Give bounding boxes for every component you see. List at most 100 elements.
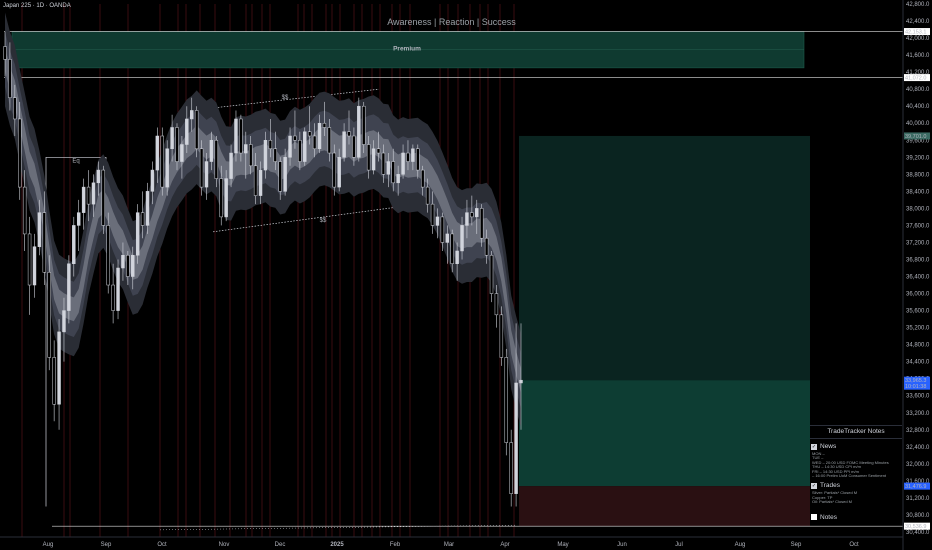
candle-body <box>298 140 302 162</box>
x-tick-label: Jul <box>675 542 683 548</box>
candle-body <box>42 212 47 273</box>
y-tick-label: 38,800.0 <box>906 172 930 178</box>
candle-body <box>244 144 248 154</box>
notes-checkbox[interactable] <box>811 514 817 521</box>
candle-body <box>263 140 268 171</box>
candle-body <box>435 216 440 226</box>
y-tick-label: 32,800.0 <box>906 428 930 434</box>
candle-body <box>406 152 410 162</box>
x-tick-label: Dec <box>275 542 286 548</box>
target-zone-lower <box>519 380 810 487</box>
candle <box>504 348 508 456</box>
y-tick-label: 42,400.0 <box>906 19 930 25</box>
candle-body <box>293 135 297 141</box>
candle-body <box>219 178 223 218</box>
candle-body <box>332 152 336 188</box>
candle-body <box>347 131 351 137</box>
candle <box>116 259 120 320</box>
symbol-label: Japan 225 · 1D · OANDA <box>3 3 71 9</box>
candle-body <box>175 127 179 162</box>
trades-label: Trades <box>820 482 840 490</box>
candle <box>160 127 164 196</box>
x-tick-label: Nov <box>219 542 230 548</box>
candle-body <box>52 357 56 405</box>
candle-body <box>150 169 155 192</box>
news-section-header[interactable]: ✓ News <box>811 443 901 450</box>
candle-body <box>111 284 115 311</box>
candle-body <box>317 122 322 150</box>
candle-body <box>283 157 287 192</box>
candle-body <box>96 169 101 184</box>
trades-lines: Silver: Partials* Closed M Copper: TP Oi… <box>810 491 902 505</box>
candle-body <box>391 161 395 184</box>
candle <box>489 250 494 303</box>
candle-body <box>57 331 61 405</box>
y-tick-label: 38,000.0 <box>906 206 930 212</box>
candle-body <box>145 191 150 226</box>
y-tick-label: 40,000.0 <box>906 121 930 127</box>
chart-title: Awareness | Reaction | Success <box>387 17 516 27</box>
candle-body <box>401 152 405 175</box>
candle-body <box>106 225 110 286</box>
y-tick-label: 31,200.0 <box>906 496 930 502</box>
candle-body <box>76 212 81 226</box>
candle-body <box>386 161 391 175</box>
y-tick-label: 37,200.0 <box>906 240 930 246</box>
candle-body <box>116 267 120 311</box>
trades-checkbox[interactable]: ✓ <box>811 482 817 489</box>
y-tick-label: 30,400.0 <box>906 530 930 536</box>
ss-top-label: $$ <box>282 95 289 101</box>
candle-body <box>199 148 204 188</box>
trades-section-header[interactable]: ✓ Trades <box>811 482 901 489</box>
candle <box>165 140 169 196</box>
candle-body <box>278 161 282 192</box>
candle-body <box>194 110 199 150</box>
candle-body <box>499 314 504 358</box>
candle <box>135 204 140 264</box>
candle-body <box>484 237 489 256</box>
x-tick-label: Aug <box>43 542 54 548</box>
candle-body <box>494 293 499 316</box>
price-label: 41,072.0 <box>905 76 926 82</box>
candle-body <box>121 254 125 269</box>
candle-body <box>303 131 307 162</box>
candle-body <box>327 127 332 154</box>
x-tick-label: Oct <box>849 542 859 548</box>
candle-body <box>258 169 263 196</box>
y-tick-label: 41,600.0 <box>906 53 930 59</box>
y-tick-label: 36,400.0 <box>906 275 930 281</box>
candle <box>303 127 307 166</box>
news-checkbox[interactable]: ✓ <box>811 443 817 450</box>
candle-body <box>352 135 356 158</box>
candle-body <box>165 148 169 188</box>
candle-body <box>470 212 474 218</box>
price-label: 31,476.9 <box>905 484 926 490</box>
candle-body <box>357 105 361 158</box>
news-line: – 16:00 Prelim UoM Consumer Sentiment <box>812 473 887 479</box>
y-tick-label: 30,800.0 <box>906 513 930 519</box>
y-tick-label: 33,600.0 <box>906 394 930 400</box>
candle-body <box>489 254 494 294</box>
target-zone-upper <box>519 135 810 381</box>
notes-section-header[interactable]: Notes <box>811 514 901 521</box>
premium-label: Premium <box>393 46 421 53</box>
price-label: 10:01:38 <box>905 384 926 390</box>
candle <box>81 178 86 230</box>
candle-body <box>37 212 42 247</box>
candle-body <box>312 135 317 150</box>
x-tick-label: Jun <box>617 542 627 548</box>
candle-body <box>288 135 292 158</box>
candle-body <box>229 152 233 179</box>
candle-body <box>72 225 76 264</box>
candle-body <box>62 310 66 333</box>
candle-body <box>416 148 420 171</box>
candle-body <box>248 144 253 167</box>
trades-line: Oil: Partials* Closed M <box>812 499 853 505</box>
price-chart[interactable]: Premium Eq $$ $$ 30,400.0 30,800.0 31,200.0 31,… <box>0 0 932 550</box>
candle-body <box>460 225 464 252</box>
candle-body <box>86 186 91 205</box>
x-tick-label: 2025 <box>330 542 344 548</box>
y-tick-label: 42,800.0 <box>906 2 930 8</box>
candle-body <box>425 186 430 205</box>
candle-body <box>519 379 523 384</box>
